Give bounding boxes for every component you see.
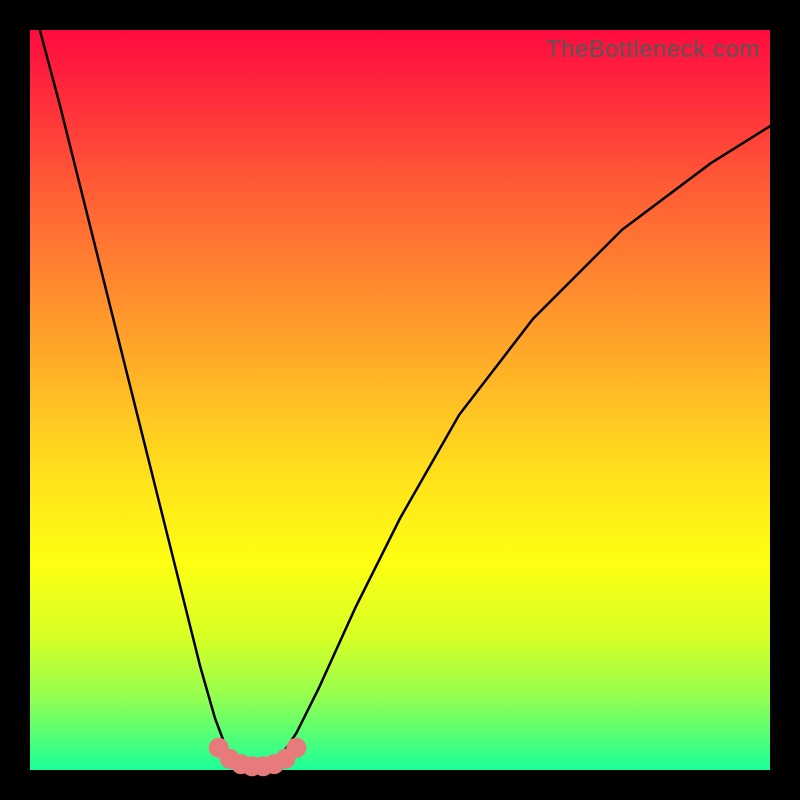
series-left-branch (30, 0, 241, 763)
valley-markers (209, 738, 307, 777)
series-right-branch (274, 126, 770, 762)
chart-frame: TheBottleneck.com (0, 0, 800, 800)
plot-area: TheBottleneck.com (30, 30, 770, 770)
curve-layer (30, 30, 770, 770)
valley-marker (286, 738, 306, 758)
bottleneck-curve (30, 0, 770, 763)
watermark-text: TheBottleneck.com (546, 36, 760, 64)
